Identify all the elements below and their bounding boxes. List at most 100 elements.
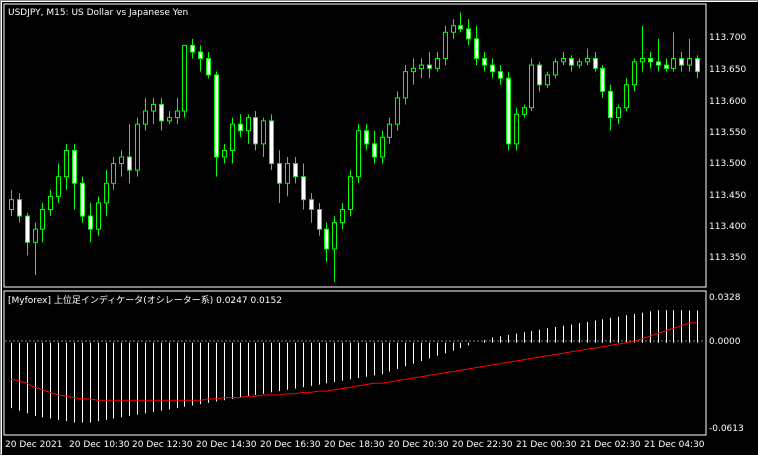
candle-body (127, 156, 132, 171)
time-tick: 20 Dec 16:30 (260, 440, 321, 450)
candle-body (261, 120, 266, 145)
candle-body (143, 110, 148, 125)
candle-body (332, 222, 337, 250)
candle-body (372, 143, 377, 158)
candle-body (238, 123, 243, 132)
candle-body (230, 123, 235, 151)
candle-body (277, 163, 282, 184)
time-tick: 20 Dec 10:30 (69, 440, 130, 450)
candle-body (553, 61, 558, 76)
indicator-tick: -0.0613 (709, 424, 744, 434)
price-tick: 113.600 (709, 97, 746, 107)
candle-body (458, 25, 463, 30)
candle-body (324, 228, 329, 250)
indicator-panel-frame (3, 290, 707, 436)
candle-body (9, 199, 14, 211)
candle-body (17, 199, 22, 217)
candle-body (679, 58, 684, 66)
candle-body (222, 149, 227, 158)
candle-body (206, 58, 211, 76)
time-tick: 21 Dec 02:30 (580, 440, 641, 450)
candle-body (490, 64, 495, 73)
candle-body (151, 103, 156, 112)
time-axis: 20 Dec 2021 20 Dec 10:30 20 Dec 12:30 20… (5, 440, 705, 450)
candle-body (159, 103, 164, 122)
candle-body (33, 228, 38, 243)
candle-body (466, 28, 471, 40)
candle-body (395, 97, 400, 125)
candle-body (182, 44, 187, 112)
candle-body (135, 123, 140, 171)
chart-window[interactable]: USDJPY, M15: US Dollar vs Japanese Yen 1… (0, 0, 758, 455)
candle-body (96, 202, 101, 230)
candle-body (403, 71, 408, 99)
candle-body (569, 58, 574, 66)
candle-body (585, 58, 590, 63)
candle-body (356, 130, 361, 178)
price-tick: 113.450 (709, 191, 746, 201)
candle-body (529, 64, 534, 109)
candle-body (88, 215, 93, 230)
candle-body (293, 163, 298, 178)
candle-body (648, 58, 653, 63)
time-tick: 20 Dec 18:30 (324, 440, 385, 450)
candle-body (119, 156, 124, 165)
chart-canvas[interactable]: USDJPY, M15: US Dollar vs Japanese Yen 1… (1, 1, 758, 456)
time-tick: 20 Dec 2021 (5, 440, 63, 450)
candle-body (443, 31, 448, 60)
candle-body (40, 209, 45, 230)
time-tick: 20 Dec 22:30 (452, 440, 513, 450)
candle-body (269, 120, 274, 165)
candle-body (301, 176, 306, 201)
time-tick: 21 Dec 00:30 (516, 440, 577, 450)
price-tick: 113.550 (709, 128, 746, 138)
candle-body (48, 195, 53, 211)
candle-body (616, 107, 621, 119)
candle-body (537, 64, 542, 86)
candle-body (285, 163, 290, 184)
candle-body (411, 67, 416, 73)
candle-body (175, 110, 180, 119)
candle-body (214, 74, 219, 158)
candle-body (514, 113, 519, 145)
candle-body (482, 58, 487, 66)
candle-body (474, 38, 479, 60)
candle-body (340, 209, 345, 224)
candle-body (687, 58, 692, 66)
candle-body (695, 58, 700, 73)
candle-body (348, 176, 353, 211)
candle-body (309, 199, 314, 211)
candle-body (317, 209, 322, 230)
candle-body (253, 117, 258, 145)
price-tick: 113.350 (709, 253, 746, 263)
candle-body (561, 58, 566, 63)
candle-body (364, 130, 369, 145)
candle-body (498, 71, 503, 79)
indicator-panel-title: [Myforex] 上位足インディケータ(オシレーター系) 0.0247 0.0… (8, 294, 282, 306)
candle-body (577, 61, 582, 66)
candle-body (104, 182, 109, 204)
candle-body (198, 51, 203, 60)
candle-body (608, 90, 613, 119)
candle-body (656, 61, 661, 66)
candle-body (190, 44, 195, 53)
candle-body (671, 58, 676, 69)
candle-body (246, 117, 251, 132)
indicator-tick: 0.0000 (709, 337, 741, 347)
candle-body (506, 77, 511, 145)
candle-body (387, 123, 392, 138)
candle-body (435, 58, 440, 69)
candle-body (419, 64, 424, 69)
indicator-tick: 0.0328 (709, 293, 741, 303)
candle-body (56, 176, 61, 197)
candle-body (664, 64, 669, 69)
candle-body (593, 58, 598, 69)
candle-body (624, 84, 629, 109)
candle-body (167, 117, 172, 122)
candle-body (64, 149, 69, 178)
candle-body (600, 67, 605, 92)
candle-body (427, 64, 432, 69)
price-tick: 113.700 (709, 33, 746, 43)
candle-body (111, 163, 116, 184)
candle-body (640, 58, 645, 63)
